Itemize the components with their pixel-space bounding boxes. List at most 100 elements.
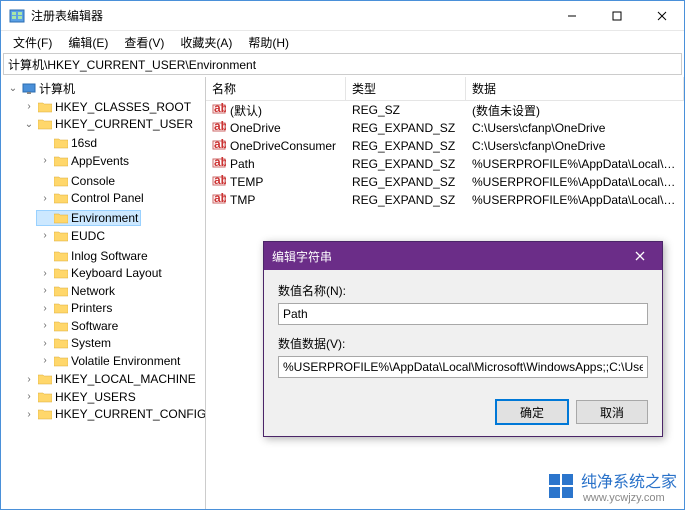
expand-icon[interactable]: ⌄ [23,119,35,130]
value-data: %USERPROFILE%\AppData\Local\Temp [466,175,684,189]
value-type: REG_EXPAND_SZ [346,139,466,153]
menu-view[interactable]: 查看(V) [116,32,172,53]
value-data: %USERPROFILE%\AppData\Local\Microsoft\..… [466,157,684,171]
expand-icon[interactable]: › [39,285,51,296]
menu-favorites[interactable]: 收藏夹(A) [172,32,240,53]
tree-hklm[interactable]: ›HKEY_LOCAL_MACHINE [21,372,198,386]
value-data: (数值未设置) [466,102,684,119]
value-row[interactable]: abOneDriveConsumer REG_EXPAND_SZ C:\User… [206,137,684,155]
tree-item-environment[interactable]: Environment [37,211,140,225]
tree-item-keyboard-layout[interactable]: ›Keyboard Layout [37,266,164,280]
tree-hku[interactable]: ›HKEY_USERS [21,390,138,404]
title-bar[interactable]: 注册表编辑器 [1,1,684,31]
value-data: C:\Users\cfanp\OneDrive [466,121,684,135]
col-header-name[interactable]: 名称 [206,77,346,100]
expand-icon[interactable]: › [39,303,51,314]
expand-icon[interactable]: ⌄ [7,83,19,94]
dialog-body: 数值名称(N): 数值数据(V): [264,270,662,400]
value-row[interactable]: ab Path REG_EXPAND_SZ %USERPROFILE%\AppDa… [206,155,684,173]
string-value-icon: ab [212,102,226,119]
value-type: REG_EXPAND_SZ [346,175,466,189]
menu-file[interactable]: 文件(F) [5,32,60,53]
value-name: Path [230,157,255,171]
expand-icon[interactable]: › [39,230,51,241]
address-text: 计算机\HKEY_CURRENT_USER\Environment [8,56,256,73]
tree-item-console[interactable]: Console [37,174,117,188]
tree-item-inlog-software[interactable]: Inlog Software [37,249,150,263]
string-value-icon: ab [212,138,226,155]
value-name: OneDriveConsumer [230,139,336,153]
tree-item-system[interactable]: ›System [37,336,113,350]
value-name: (默认) [230,102,262,119]
tree-item-volatile-environment[interactable]: ›Volatile Environment [37,354,182,368]
string-value-icon: ab [212,192,226,209]
dialog-buttons: 确定 取消 [264,400,662,436]
menu-bar: 文件(F) 编辑(E) 查看(V) 收藏夹(A) 帮助(H) [1,31,684,53]
value-name: OneDrive [230,121,281,135]
edit-string-dialog: 编辑字符串 数值名称(N): 数值数据(V): 确定 取消 [263,241,663,437]
maximize-button[interactable] [594,1,639,31]
tree-hkcc[interactable]: ›HKEY_CURRENT_CONFIG [21,407,206,421]
tree-item-16sd[interactable]: 16sd [37,136,99,150]
col-header-data[interactable]: 数据 [466,77,684,100]
watermark-brand: 纯净系统之家 [581,468,677,492]
string-value-icon: ab [212,120,226,137]
close-button[interactable] [639,1,684,31]
value-type: REG_EXPAND_SZ [346,121,466,135]
expand-icon[interactable]: › [39,338,51,349]
tree-root[interactable]: ⌄计算机 [5,80,77,97]
value-row[interactable]: ab TEMP REG_EXPAND_SZ %USERPROFILE%\AppDa… [206,173,684,191]
col-header-type[interactable]: 类型 [346,77,466,100]
dialog-close-button[interactable] [626,242,654,270]
value-data: %USERPROFILE%\AppData\Local\Temp [466,193,684,207]
expand-icon[interactable]: › [39,155,51,166]
svg-text:ab: ab [214,174,226,187]
expand-icon[interactable]: › [23,409,35,420]
value-type: REG_EXPAND_SZ [346,157,466,171]
value-type: REG_EXPAND_SZ [346,193,466,207]
expand-icon[interactable]: › [39,268,51,279]
string-value-icon: ab [212,156,226,173]
value-row[interactable]: ab(默认) REG_SZ (数值未设置) [206,101,684,119]
tree-item-eudc[interactable]: ›EUDC [37,229,107,243]
tree-item-control-panel[interactable]: ›Control Panel [37,191,146,205]
string-value-icon: ab [212,174,226,191]
svg-text:ab: ab [214,156,226,169]
dialog-title-bar[interactable]: 编辑字符串 [264,242,662,270]
regedit-icon [9,8,25,24]
tree-item-appevents[interactable]: ›AppEvents [37,154,131,168]
value-row[interactable]: ab TMP REG_EXPAND_SZ %USERPROFILE%\AppDat… [206,191,684,209]
value-name-input[interactable] [278,303,648,325]
cancel-button[interactable]: 取消 [576,400,648,424]
tree-item-printers[interactable]: ›Printers [37,301,114,315]
window-title: 注册表编辑器 [31,7,103,24]
menu-edit[interactable]: 编辑(E) [60,32,116,53]
tree-hkcr[interactable]: ›HKEY_CLASSES_ROOT [21,100,193,114]
ok-button[interactable]: 确定 [496,400,568,424]
minimize-button[interactable] [549,1,594,31]
value-data-label: 数值数据(V): [278,335,648,352]
svg-text:ab: ab [214,192,226,205]
value-name-label: 数值名称(N): [278,282,648,299]
expand-icon[interactable]: › [23,374,35,385]
menu-help[interactable]: 帮助(H) [240,32,297,53]
address-bar[interactable]: 计算机\HKEY_CURRENT_USER\Environment [3,53,682,75]
watermark: 纯净系统之家 www.ycwjzy.com [547,468,677,504]
expand-icon[interactable]: › [23,101,35,112]
svg-text:ab: ab [214,120,226,133]
value-data-input[interactable] [278,356,648,378]
value-name: TEMP [230,175,263,189]
tree-item-network[interactable]: ›Network [37,284,117,298]
expand-icon[interactable]: › [39,320,51,331]
value-row[interactable]: ab OneDrive REG_EXPAND_SZ C:\Users\cfanp\… [206,119,684,137]
svg-text:ab: ab [214,102,226,115]
dialog-title: 编辑字符串 [272,248,332,265]
expand-icon[interactable]: › [23,391,35,402]
expand-icon[interactable]: › [39,355,51,366]
tree-item-software[interactable]: ›Software [37,319,120,333]
expand-icon[interactable]: › [39,193,51,204]
tree-hkcu[interactable]: ⌄HKEY_CURRENT_USER [21,117,195,131]
column-headers: 名称 类型 数据 [206,77,684,101]
tree-pane[interactable]: ⌄计算机 ›HKEY_CLASSES_ROOT ⌄HKEY_CURRENT_USER… [1,77,206,509]
value-name: TMP [230,193,255,207]
